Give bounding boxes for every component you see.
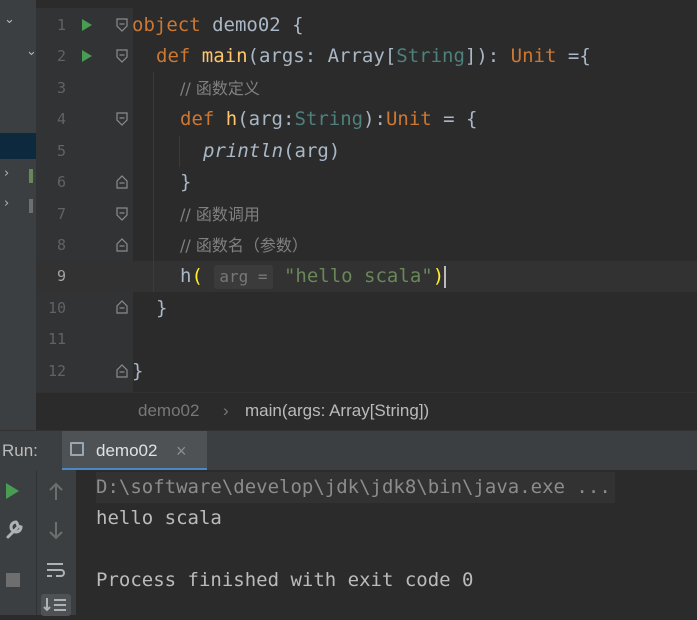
function-call: println (203, 140, 284, 162)
fold-open-icon[interactable] (116, 207, 128, 221)
breadcrumb: demo02 › main(args: Array[String]) (36, 392, 697, 431)
code-line-6[interactable]: } (180, 167, 191, 198)
identifier: demo02 (212, 14, 281, 36)
type-name: String (396, 45, 465, 67)
console-icon (70, 442, 84, 456)
code-line-5[interactable]: println(arg) (203, 136, 340, 167)
fold-open-icon[interactable] (116, 18, 128, 32)
console-output[interactable]: D:\software\develop\jdk\jdk8\bin\java.ex… (76, 470, 697, 615)
rerun-icon[interactable] (6, 483, 19, 499)
chevron-right-icon[interactable]: › (4, 196, 9, 211)
text-caret (444, 265, 447, 288)
line-number: 4 (56, 110, 66, 128)
line-number: 7 (56, 205, 66, 223)
args: (arg) (283, 140, 341, 162)
punct: = { (431, 108, 478, 130)
run-toolwindow-header: Run: demo02 × (0, 430, 697, 471)
code-line-8[interactable]: // 函数名（参数） (180, 230, 308, 261)
code-line-3[interactable]: // 函数定义 (180, 73, 260, 104)
function-name: h (225, 108, 238, 130)
line-number: 8 (56, 236, 66, 254)
selected-tree-row[interactable] (0, 133, 36, 159)
scroll-to-end-icon[interactable] (41, 594, 71, 616)
run-gutter-icon[interactable] (82, 50, 92, 62)
close-icon[interactable]: × (176, 441, 187, 462)
soft-wrap-icon[interactable] (45, 560, 67, 584)
chevron-right-icon: › (223, 401, 229, 420)
chevron-down-icon[interactable]: ⌄ (26, 44, 36, 59)
console-line: D:\software\develop\jdk\jdk8\bin\java.ex… (96, 472, 615, 503)
code-line-12[interactable]: } (132, 356, 143, 387)
console-line: Process finished with exit code 0 (96, 569, 474, 591)
line-number: 9 (56, 267, 66, 285)
type-name: String (294, 108, 364, 130)
code-line-4[interactable]: def h(arg:String):Unit = { (180, 104, 478, 135)
line-number: 2 (56, 47, 66, 65)
return-type: Unit (385, 108, 432, 130)
code-line-2[interactable]: def main(args: Array[String]): Unit ={ (156, 41, 591, 72)
fold-close-icon[interactable] (116, 238, 128, 252)
run-toolbar (0, 470, 36, 615)
punct: ={ (556, 45, 591, 67)
module-icon (29, 169, 33, 183)
chevron-down-icon[interactable]: ⌄ (4, 12, 15, 27)
code-line-10[interactable]: } (156, 293, 167, 324)
keyword: def (180, 108, 215, 130)
console-line: hello scala (96, 507, 222, 529)
return-type: Unit (510, 45, 557, 67)
line-number: 3 (56, 79, 66, 97)
indent-guide (179, 136, 180, 167)
arrow-up-icon[interactable] (47, 482, 65, 506)
project-panel-strip: ⌄ ⌄ › › (0, 0, 36, 430)
run-tab[interactable]: demo02 × (62, 431, 207, 471)
line-number: 11 (47, 330, 66, 348)
code-line-7[interactable]: // 函数调用 (180, 199, 260, 230)
function-call: h (180, 265, 192, 287)
line-number: 5 (56, 142, 66, 160)
run-gutter-icon[interactable] (82, 19, 92, 31)
line-number: 12 (47, 362, 66, 380)
parameter-hint: arg = (214, 265, 273, 289)
library-icon (29, 199, 33, 213)
fold-close-icon[interactable] (116, 364, 128, 378)
function-name: main (201, 45, 248, 67)
line-number: 1 (56, 16, 66, 34)
params: (args: Array[ (247, 45, 397, 67)
code-line-1[interactable]: object demo02 { (132, 10, 304, 41)
params: ]): (464, 45, 511, 67)
code-line-9[interactable]: h( arg = "hello scala") (180, 261, 447, 292)
params: (arg: (237, 108, 295, 130)
fold-open-icon[interactable] (116, 49, 128, 63)
line-number: 10 (47, 299, 66, 317)
stop-icon[interactable] (6, 573, 20, 587)
breadcrumb-item[interactable]: main(args: Array[String]) (245, 401, 429, 421)
fold-close-icon[interactable] (116, 300, 128, 314)
run-label: Run: (2, 441, 38, 460)
indent-guide (153, 72, 154, 292)
line-number: 6 (56, 173, 66, 191)
console-toolbar (36, 470, 77, 616)
params: ): (363, 108, 386, 130)
fold-open-icon[interactable] (116, 112, 128, 126)
run-tab-label: demo02 (96, 441, 158, 460)
keyword: def (156, 45, 191, 67)
keyword: object (132, 14, 201, 36)
close-paren: ) (432, 265, 445, 287)
chevron-right-icon[interactable]: › (4, 166, 9, 181)
fold-close-icon[interactable] (116, 175, 128, 189)
string-literal: "hello scala" (283, 265, 433, 287)
wrench-icon[interactable] (4, 518, 24, 544)
punct: { (280, 14, 304, 36)
open-paren: ( (191, 265, 203, 287)
breadcrumb-item[interactable]: demo02 (138, 401, 199, 421)
arrow-down-icon[interactable] (47, 520, 65, 544)
